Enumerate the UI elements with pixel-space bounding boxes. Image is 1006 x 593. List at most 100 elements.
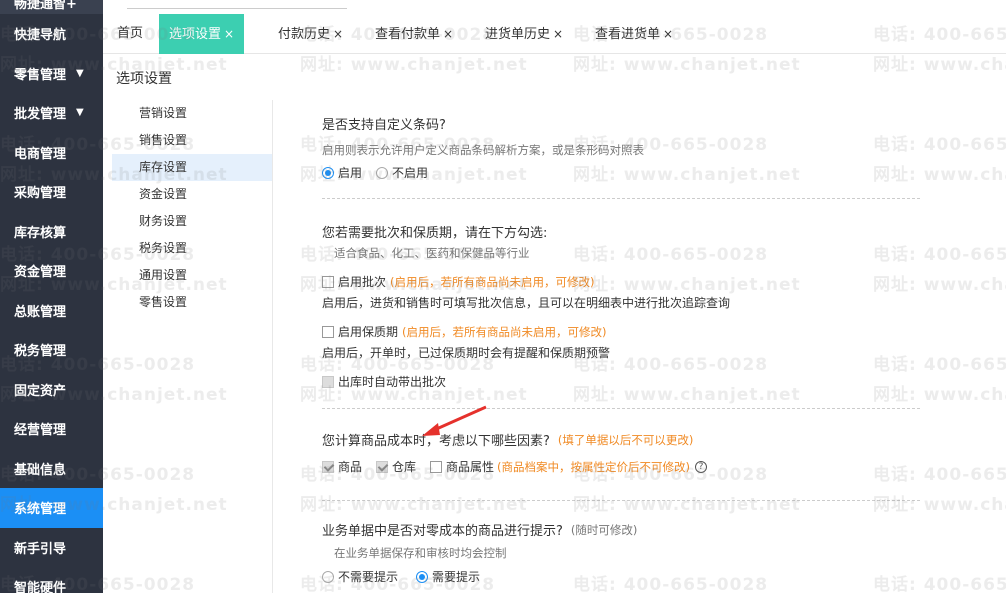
tab-bar: 首页 选项设置 × 付款历史 × 查看付款单 × 进货单历史 × 查看进货单 × <box>103 14 1006 54</box>
cost-factor-attribute-label: 商品属性 <box>446 460 495 474</box>
sidebar-item[interactable]: 电商管理 <box>0 133 103 173</box>
sidebar-item[interactable]: 税务管理 <box>0 330 103 370</box>
auto-batch-label: 出库时自动带出批次 <box>338 375 447 389</box>
tab-label: 查看付款单 <box>375 27 441 42</box>
zero-cost-hint: 在业务单据保存和审核时均会控制 <box>334 546 507 560</box>
sidebar-item[interactable]: 经营管理 <box>0 409 103 449</box>
sidebar-item-label: 电商管理 <box>14 146 67 162</box>
sidebar-item[interactable]: 采购管理 <box>0 172 103 212</box>
sidebar-item-label: 库存核算 <box>14 225 67 241</box>
sidebar-item[interactable]: 固定资产 <box>0 370 103 410</box>
tab-label: 选项设置 <box>169 27 222 42</box>
close-icon[interactable]: × <box>663 27 673 41</box>
watermark-site: 网址: www.chanjet.net <box>873 495 1006 515</box>
cost-factor-product-checkbox[interactable]: 商品 <box>322 458 362 475</box>
cost-factor-attribute-checkbox[interactable]: 商品属性 <box>430 458 494 475</box>
tab[interactable]: 查看进货单 × <box>595 14 673 54</box>
auto-batch-checkbox[interactable]: 出库时自动带出批次 <box>322 373 446 390</box>
barcode-question: 是否支持自定义条码? <box>322 118 446 133</box>
no-prompt-radio[interactable]: 不需要提示 <box>322 568 398 585</box>
sidebar-item-label: 智能硬件 <box>14 581 67 593</box>
checkbox-indicator <box>322 325 334 338</box>
enable-shelf-life-checkbox[interactable]: 启用保质期 <box>322 323 398 340</box>
sidebar-item-label: 系统管理 <box>14 502 67 518</box>
watermark-site: 网址: www.chanjet.net <box>300 495 528 515</box>
main-sidebar: 畅捷通智+ 快捷导航 零售管理 ▼ 批发管理 ▼ 电商管理 采购管理 库存核算 资金管理 总账管理… <box>0 0 103 593</box>
section-divider <box>322 198 920 199</box>
subnav-item[interactable]: 通用设置 <box>112 262 272 289</box>
enable-batch-label: 启用批次 <box>338 275 387 289</box>
enable-batch-desc: 启用后，进货和销售时可填写批次信息，且可以在明细表中进行批次追踪查询 <box>322 296 731 310</box>
subnav-item[interactable]: 税务设置 <box>112 235 272 262</box>
brand-logo: 畅捷通智+ <box>0 0 103 14</box>
sidebar-item-label: 批发管理 <box>14 107 67 123</box>
barcode-section: 是否支持自定义条码? 启用则表示允许用户定义商品条码解析方案，或是条形码对照表 … <box>322 114 920 181</box>
subnav-item[interactable]: 零售设置 <box>112 289 272 316</box>
caret-down-icon: ▼ <box>76 107 84 119</box>
zero-cost-note: (随时可修改) <box>570 522 638 537</box>
barcode-enable-radio[interactable]: 启用 <box>322 164 362 181</box>
sidebar-item-label: 新手引导 <box>14 541 67 557</box>
sidebar-item[interactable]: 快捷导航 <box>0 14 103 54</box>
sidebar-item[interactable]: 智能硬件 <box>0 567 103 593</box>
cost-factor-product-label: 商品 <box>338 460 363 474</box>
tab[interactable]: 查看付款单 × <box>375 14 453 54</box>
sidebar-item-label: 经营管理 <box>14 423 67 439</box>
sidebar-item[interactable]: 库存核算 <box>0 212 103 252</box>
tab-label: 查看进货单 <box>595 27 661 42</box>
tab[interactable]: 首页 <box>117 14 143 54</box>
settings-subnav: 营销设置 销售设置 库存设置 资金设置 财务设置 税务设置 通用设置 零售设置 <box>112 100 273 593</box>
close-icon[interactable]: × <box>553 27 563 41</box>
subnav-item[interactable]: 库存设置 <box>112 154 272 181</box>
tab[interactable]: 进货单历史 × <box>485 14 563 54</box>
cost-factor-warehouse-checkbox[interactable]: 仓库 <box>376 458 416 475</box>
prompt-label: 需要提示 <box>432 570 481 584</box>
close-icon[interactable]: × <box>224 27 234 41</box>
sidebar-item[interactable]: 零售管理 ▼ <box>0 54 103 94</box>
sidebar-item[interactable]: 资金管理 <box>0 251 103 291</box>
tab[interactable]: 付款历史 × <box>278 14 343 54</box>
top-divider <box>127 8 347 9</box>
close-icon[interactable]: × <box>333 27 343 41</box>
sidebar-item-label: 快捷导航 <box>14 28 67 44</box>
sidebar-item-label: 资金管理 <box>14 265 67 281</box>
barcode-enable-label: 启用 <box>338 166 363 180</box>
top-strip <box>103 0 1006 14</box>
sidebar-item[interactable]: 系统管理 <box>0 488 103 528</box>
zero-cost-question: 业务单据中是否对零成本的商品进行提示? <box>322 524 563 539</box>
batch-section: 您若需要批次和保质期，请在下方勾选: 适合食品、化工、医药和保健品等行业 启用批… <box>322 222 920 390</box>
section-divider <box>322 408 920 409</box>
tab-label: 进货单历史 <box>485 27 551 42</box>
barcode-disable-label: 不启用 <box>392 166 429 180</box>
prompt-radio[interactable]: 需要提示 <box>416 568 480 585</box>
sidebar-item[interactable]: 批发管理 ▼ <box>0 93 103 133</box>
enable-shelf-life-label: 启用保质期 <box>338 325 399 339</box>
subnav-item[interactable]: 营销设置 <box>112 100 272 127</box>
cost-factor-warehouse-label: 仓库 <box>392 460 417 474</box>
sidebar-item-label: 固定资产 <box>14 383 67 399</box>
barcode-disable-radio[interactable]: 不启用 <box>376 164 428 181</box>
checkbox-indicator <box>322 460 334 473</box>
tab[interactable]: 选项设置 × <box>159 14 245 54</box>
checkbox-indicator <box>322 375 334 388</box>
enable-batch-checkbox[interactable]: 启用批次 <box>322 273 386 290</box>
enable-shelf-life-desc: 启用后，开单时，已过保质期时会有提醒和保质期预警 <box>322 346 611 360</box>
close-icon[interactable]: × <box>443 27 453 41</box>
sidebar-item-label: 基础信息 <box>14 462 67 478</box>
subnav-item[interactable]: 财务设置 <box>112 208 272 235</box>
tab-label: 首页 <box>117 26 144 41</box>
subnav-item[interactable]: 销售设置 <box>112 127 272 154</box>
cost-section: 您计算商品成本时，考虑以下哪些因素? (填了单据以后不可以更改) 商品 仓库 商… <box>322 430 920 475</box>
section-divider <box>322 500 920 501</box>
sidebar-item[interactable]: 总账管理 <box>0 291 103 331</box>
help-icon[interactable]: ? <box>695 460 708 473</box>
sidebar-item[interactable]: 新手引导 <box>0 528 103 568</box>
subnav-item[interactable]: 资金设置 <box>112 181 272 208</box>
checkbox-indicator <box>430 460 443 473</box>
watermark-site: 网址: www.chanjet.net <box>573 495 801 515</box>
sidebar-item-label: 零售管理 <box>14 67 67 83</box>
enable-shelf-life-warn: (启用后，若所有商品尚未启用，可修改) <box>402 324 607 339</box>
sidebar-item[interactable]: 基础信息 <box>0 449 103 489</box>
sidebar-item-label: 采购管理 <box>14 186 67 202</box>
radio-indicator <box>376 166 389 179</box>
